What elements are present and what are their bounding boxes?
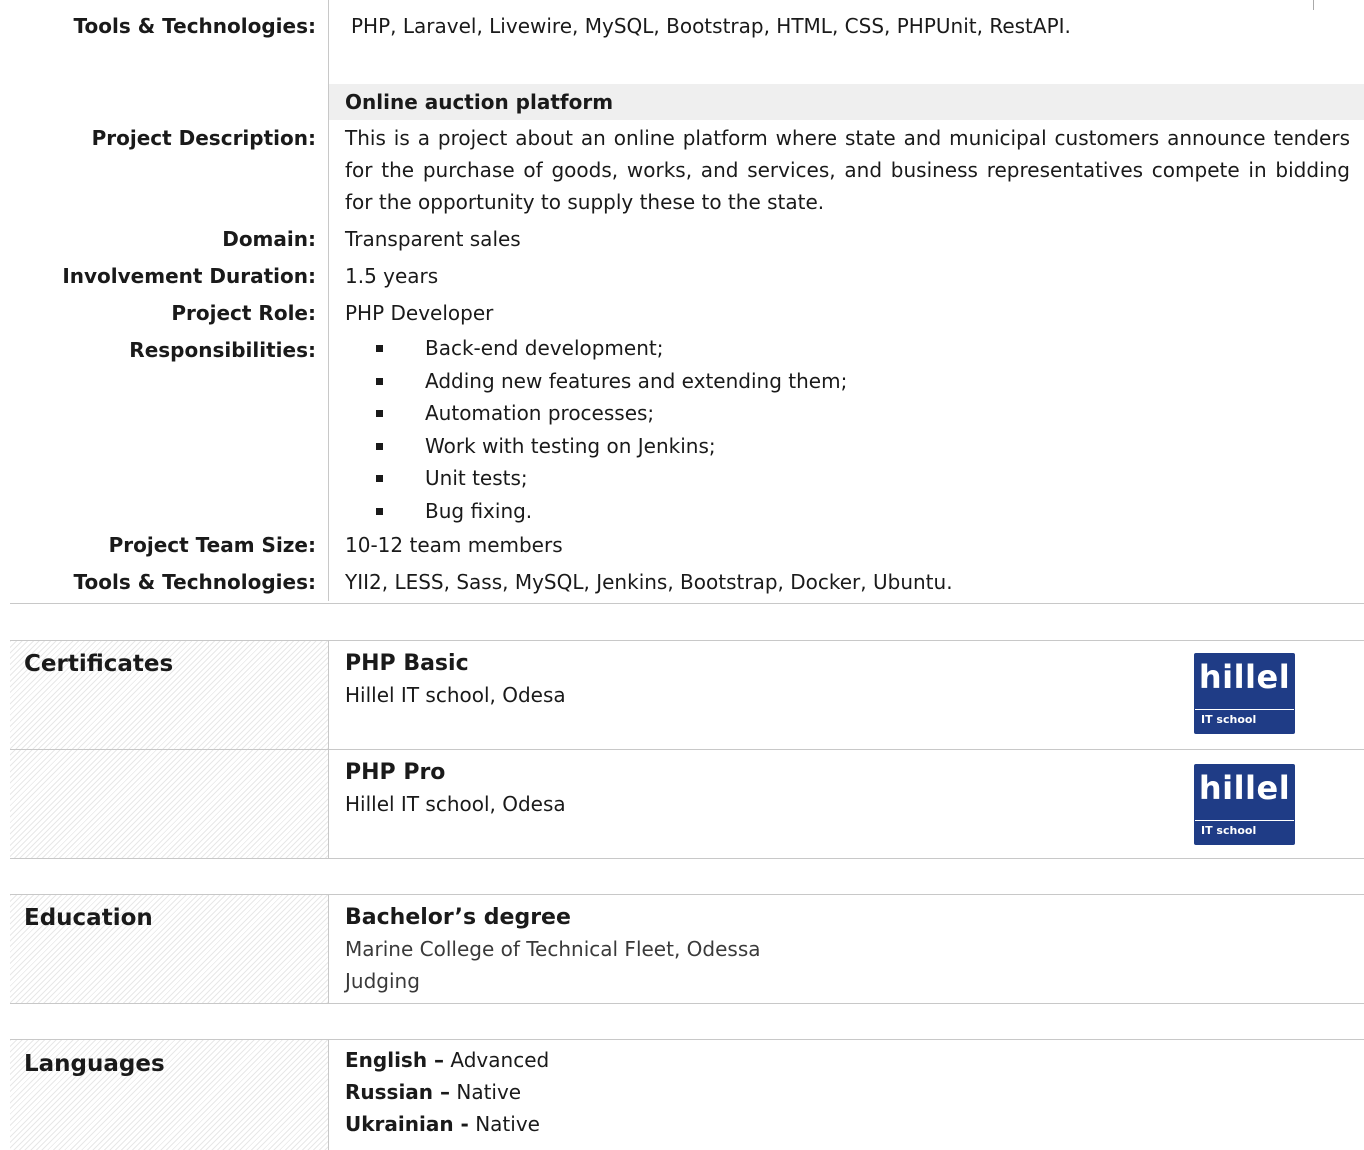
domain-value: Transparent sales <box>328 221 1364 258</box>
list-item: Unit tests; <box>329 462 1364 495</box>
certificate-issuer: Hillel IT school, Odesa <box>345 792 566 816</box>
project-table: Tools & Technologies: PHP, Laravel, Live… <box>10 0 1364 601</box>
field-of-study: Judging <box>345 969 420 993</box>
hillel-logo: hillel IT school <box>1194 653 1295 734</box>
hillel-logo-word: hillel <box>1198 769 1291 807</box>
language-name: Russian – <box>345 1080 450 1104</box>
language-level: Native <box>475 1112 540 1136</box>
resume-page: Tools & Technologies: PHP, Laravel, Live… <box>0 0 1364 1150</box>
spacer-value <box>328 64 1364 84</box>
certificate-entry-pro: PHP Pro Hillel IT school, Odesa <box>345 758 566 820</box>
languages-header: Languages <box>10 1040 329 1150</box>
education-content: Bachelor’s degree Marine College of Tech… <box>345 903 1364 997</box>
project-table-bottom-border <box>10 603 1364 604</box>
languages-section: Languages English – Advanced Russian – N… <box>10 1039 1364 1150</box>
certificates-heading: Certificates <box>24 651 174 677</box>
description-row: Project Description: This is a project a… <box>10 120 1364 221</box>
role-label: Project Role: <box>171 301 316 325</box>
project-title: Online auction platform <box>328 84 1364 120</box>
team-value: 10-12 team members <box>328 527 1364 564</box>
tools-label: Tools & Technologies: <box>73 570 316 594</box>
hillel-logo-subtitle: IT school <box>1201 713 1257 726</box>
list-item: Adding new features and extending them; <box>329 365 1364 398</box>
domain-label: Domain: <box>222 227 316 251</box>
prev-tools-row: Tools & Technologies: PHP, Laravel, Live… <box>10 0 1364 64</box>
role-row: Project Role: PHP Developer <box>10 295 1364 332</box>
certificate-title: PHP Pro <box>345 760 446 785</box>
certificates-content-2: PHP Pro Hillel IT school, Odesa hillel I… <box>345 750 1364 858</box>
duration-row: Involvement Duration: 1.5 years <box>10 258 1364 295</box>
hillel-logo-divider <box>1195 820 1294 821</box>
certificates-section: Certificates PHP Basic Hillel IT school,… <box>10 640 1364 859</box>
language-item: English – Advanced <box>345 1044 1364 1076</box>
institution: Marine College of Technical Fleet, Odess… <box>345 937 761 961</box>
responsibilities-value: Back-end development; Adding new feature… <box>328 332 1364 527</box>
degree-title: Bachelor’s degree <box>345 905 571 930</box>
team-row: Project Team Size: 10-12 team members <box>10 527 1364 564</box>
list-item: Automation processes; <box>329 397 1364 430</box>
certificate-issuer: Hillel IT school, Odesa <box>345 683 566 707</box>
domain-row: Domain: Transparent sales <box>10 221 1364 258</box>
education-header: Education <box>10 895 329 1003</box>
certificate-entry-basic: PHP Basic Hillel IT school, Odesa <box>345 649 566 711</box>
hillel-logo-divider <box>1195 709 1294 710</box>
hillel-logo: hillel IT school <box>1194 764 1295 845</box>
certificate-title: PHP Basic <box>345 651 469 676</box>
spacer-label <box>10 64 328 84</box>
duration-label: Involvement Duration: <box>62 264 316 288</box>
language-name: English – <box>345 1048 445 1072</box>
prev-tools-label: Tools & Technologies: <box>73 14 316 38</box>
project-title-spacer <box>10 84 328 120</box>
duration-value: 1.5 years <box>328 258 1364 295</box>
language-name: Ukrainian - <box>345 1112 469 1136</box>
list-item: Bug fixing. <box>329 495 1364 528</box>
hillel-logo-subtitle: IT school <box>1201 824 1257 837</box>
tools-row: Tools & Technologies: YII2, LESS, Sass, … <box>10 564 1364 601</box>
languages-content: English – Advanced Russian – Native Ukra… <box>345 1044 1364 1140</box>
language-item: Russian – Native <box>345 1076 1364 1108</box>
education-section: Education Bachelor’s degree Marine Colle… <box>10 894 1364 1004</box>
responsibilities-row: Responsibilities: Back-end development; … <box>10 332 1364 527</box>
project-title-row: Online auction platform <box>10 84 1364 120</box>
role-value: PHP Developer <box>328 295 1364 332</box>
prev-tools-value: PHP, Laravel, Livewire, MySQL, Bootstrap… <box>328 0 1364 64</box>
list-item: Work with testing on Jenkins; <box>329 430 1364 463</box>
responsibilities-label: Responsibilities: <box>129 338 316 362</box>
team-label: Project Team Size: <box>108 533 316 557</box>
tools-value: YII2, LESS, Sass, MySQL, Jenkins, Bootst… <box>328 564 1364 601</box>
education-heading: Education <box>24 905 153 931</box>
description-value: This is a project about an online platfo… <box>328 120 1364 221</box>
description-label: Project Description: <box>91 126 316 150</box>
list-item: Back-end development; <box>329 332 1364 365</box>
language-item: Ukrainian - Native <box>345 1108 1364 1140</box>
responsibilities-list: Back-end development; Adding new feature… <box>329 332 1364 527</box>
hillel-logo-word: hillel <box>1198 658 1291 696</box>
spacer-row <box>10 64 1364 84</box>
languages-heading: Languages <box>24 1051 165 1077</box>
language-level: Native <box>456 1080 522 1104</box>
language-level: Advanced <box>450 1048 550 1072</box>
